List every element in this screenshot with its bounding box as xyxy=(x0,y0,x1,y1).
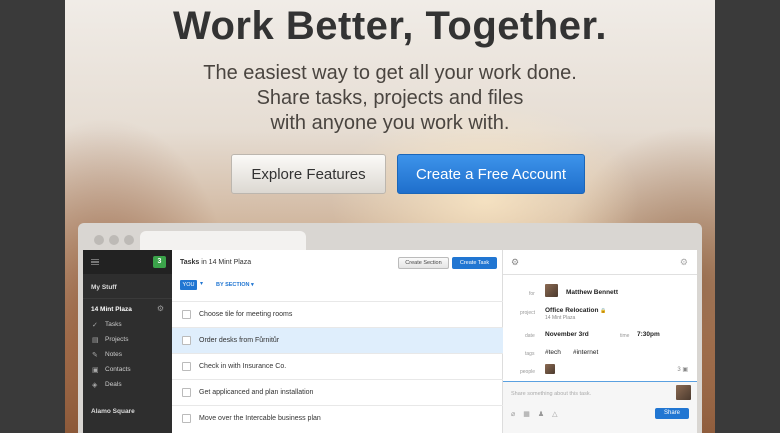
task-checkbox[interactable] xyxy=(182,388,191,397)
sidebar-workspace[interactable]: 14 Mint Plaza xyxy=(91,306,132,313)
tag-chip[interactable]: #tech xyxy=(545,349,561,356)
window-minimize-dot xyxy=(109,235,119,245)
project-name[interactable]: Office Relocation 🔒 xyxy=(545,307,607,314)
tags-label: tags xyxy=(525,351,535,357)
sidebar-top: 3 xyxy=(83,250,172,274)
people-count[interactable]: 3 ▣ xyxy=(677,366,688,373)
hero-subtitle-2: Share tasks, projects and files xyxy=(256,87,524,109)
window-zoom-dot xyxy=(124,235,134,245)
hero-headline: Work Better, Together. xyxy=(172,4,608,48)
hero-subtitle-3: with anyone you work with. xyxy=(270,112,510,134)
notification-badge[interactable]: 3 xyxy=(153,256,166,268)
you-filter[interactable]: YOU xyxy=(180,280,197,290)
sidebar: 3 My Stuff 14 Mint Plaza ⚙ ✓ Tasks ▤ Pro… xyxy=(83,250,172,433)
task-detail-panel: ⚙ ⚙ for Matthew Bennett project Office R… xyxy=(503,250,697,433)
sidebar-item-deals[interactable]: Deals xyxy=(105,381,122,388)
check-icon: ✓ xyxy=(92,322,98,329)
due-date[interactable]: November 3rd xyxy=(545,331,589,338)
folder-icon: ▤ xyxy=(92,337,99,344)
people-icon: ▣ xyxy=(682,367,688,373)
sidebar-my-stuff[interactable]: My Stuff xyxy=(91,284,117,291)
detail-divider xyxy=(503,274,697,275)
task-row[interactable]: Choose tile for meeting rooms xyxy=(172,301,503,327)
sidebar-item-contacts[interactable]: Contacts xyxy=(105,366,131,373)
due-time[interactable]: 7:30pm xyxy=(637,331,660,338)
explore-features-button[interactable]: Explore Features xyxy=(231,154,386,194)
date-label: date xyxy=(525,333,535,339)
composer-toolbar: ⌀▦♟△ xyxy=(511,410,566,418)
app-screen: 3 My Stuff 14 Mint Plaza ⚙ ✓ Tasks ▤ Pro… xyxy=(83,250,697,433)
window-close-dot xyxy=(94,235,104,245)
sidebar-item-projects[interactable]: Projects xyxy=(105,336,128,343)
task-title: Order desks from Fůrnitůr xyxy=(199,337,280,344)
task-checkbox[interactable] xyxy=(182,310,191,319)
task-title: Check in with Insurance Co. xyxy=(199,363,287,370)
page-title-location: in 14 Mint Plaza xyxy=(199,259,252,266)
by-section-filter[interactable]: BY SECTION ▾ xyxy=(216,282,254,288)
task-row[interactable]: Get applicanced and plan installation xyxy=(172,379,503,405)
task-list-panel: Tasks in 14 Mint Plaza Create Section Cr… xyxy=(172,250,503,433)
tag-chip[interactable]: #internet xyxy=(573,349,598,356)
create-account-button[interactable]: Create a Free Account xyxy=(397,154,585,194)
create-task-button[interactable]: Create Task xyxy=(452,257,497,269)
project-label: project xyxy=(520,310,536,316)
people-count-value: 3 xyxy=(677,367,681,373)
project-name-text: Office Relocation xyxy=(545,307,599,314)
gear-icon[interactable]: ⚙ xyxy=(157,304,164,313)
calendar-icon[interactable]: ▦ xyxy=(523,411,538,418)
hero-subtitle-1: The easiest way to get all your work don… xyxy=(203,62,577,84)
settings-icon[interactable]: ⚙ xyxy=(511,257,519,268)
time-label: time xyxy=(620,333,630,339)
share-button[interactable]: Share xyxy=(655,408,689,419)
person-avatar[interactable] xyxy=(545,364,555,374)
task-checkbox[interactable] xyxy=(182,414,191,423)
task-title: Get applicanced and plan installation xyxy=(199,389,314,396)
project-workspace: 14 Mint Plaza xyxy=(545,315,576,321)
task-checkbox[interactable] xyxy=(182,336,191,345)
share-input[interactable]: Share something about this task. xyxy=(511,391,591,397)
chevron-down-icon[interactable]: ▾ xyxy=(200,280,203,287)
task-title: Choose tile for meeting rooms xyxy=(199,311,293,318)
paperclip-icon[interactable]: ⌀ xyxy=(511,411,523,418)
pencil-icon: ✎ xyxy=(92,352,98,359)
tag-icon: ◈ xyxy=(92,382,98,389)
sidebar-item-notes[interactable]: Notes xyxy=(105,351,122,358)
task-list: Choose tile for meeting rooms Order desk… xyxy=(172,301,503,431)
user-icon[interactable]: ♟ xyxy=(538,411,552,418)
alert-icon[interactable]: △ xyxy=(552,411,565,418)
sidebar-item-tasks[interactable]: Tasks xyxy=(105,321,122,328)
task-row-selected[interactable]: Order desks from Fůrnitůr xyxy=(172,327,503,353)
current-user-avatar xyxy=(676,385,691,400)
by-section-label: BY SECTION xyxy=(216,282,250,288)
contacts-icon: ▣ xyxy=(92,367,99,374)
task-title: Move over the Intercable business plan xyxy=(199,415,321,422)
page-title: Tasks in 14 Mint Plaza xyxy=(180,259,251,266)
page-title-prefix: Tasks xyxy=(180,259,200,266)
lock-icon: 🔒 xyxy=(600,308,607,314)
menu-icon[interactable] xyxy=(91,259,99,265)
sidebar-divider xyxy=(83,298,172,299)
assignee-name[interactable]: Matthew Bennett xyxy=(566,289,618,296)
task-checkbox[interactable] xyxy=(182,362,191,371)
for-label: for xyxy=(529,291,535,297)
create-section-button[interactable]: Create Section xyxy=(398,257,449,269)
sidebar-workspace-alamo[interactable]: Alamo Square xyxy=(91,408,135,415)
app-preview-window: 3 My Stuff 14 Mint Plaza ⚙ ✓ Tasks ▤ Pro… xyxy=(78,223,702,433)
task-row[interactable]: Check in with Insurance Co. xyxy=(172,353,503,379)
people-label: people xyxy=(520,369,536,375)
gear-icon[interactable]: ⚙ xyxy=(680,257,688,268)
assignee-avatar xyxy=(545,284,558,297)
share-composer: Share something about this task. ⌀▦♟△ Sh… xyxy=(503,381,697,433)
task-row[interactable]: Move over the Intercable business plan xyxy=(172,405,503,431)
